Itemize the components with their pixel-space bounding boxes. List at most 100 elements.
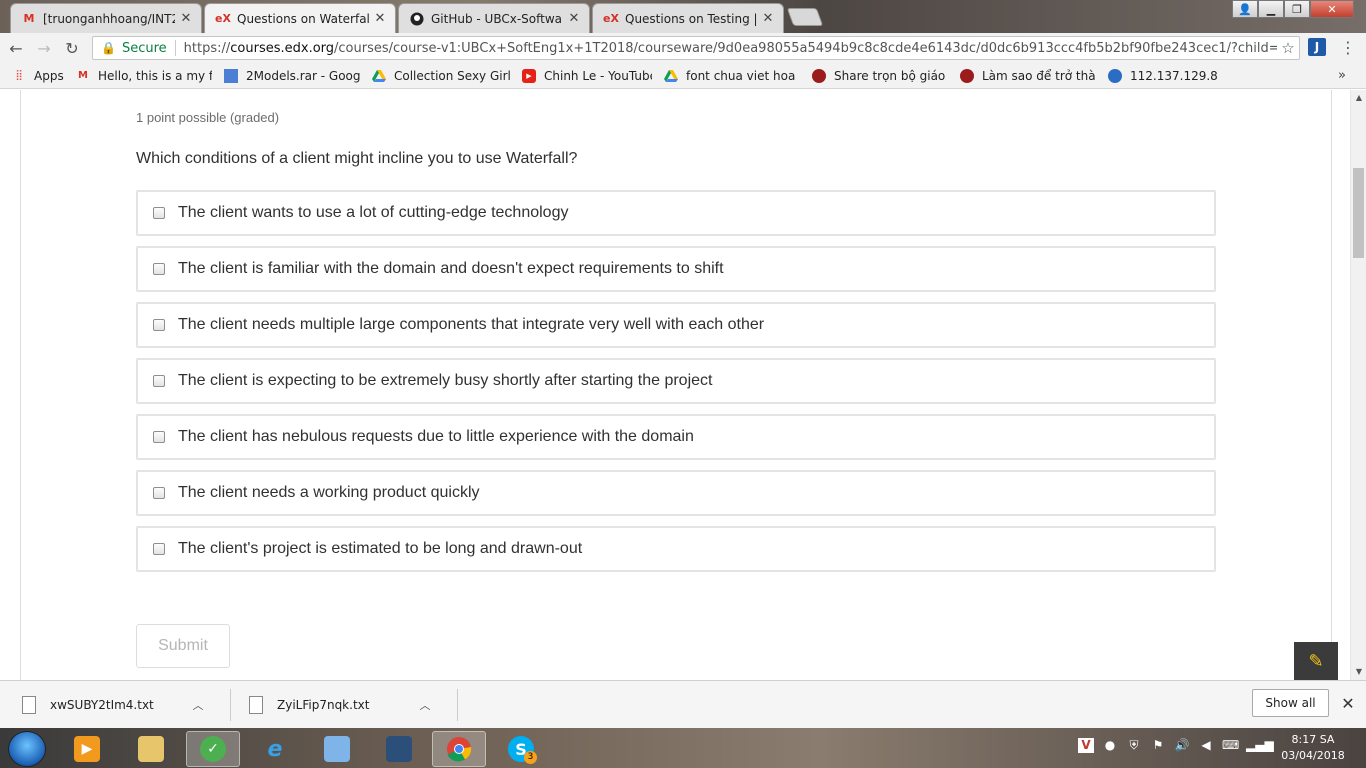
choice-option[interactable]: The client needs multiple large componen…	[136, 302, 1216, 348]
bookmark-apps[interactable]: ⣿ Apps	[12, 69, 64, 83]
divider	[457, 689, 458, 721]
pencil-icon[interactable]: ✎	[1294, 642, 1338, 680]
checkbox[interactable]	[153, 431, 165, 443]
choice-option[interactable]: The client's project is estimated to be …	[136, 526, 1216, 572]
taskbar-explorer[interactable]	[124, 731, 178, 767]
clock-time: 8:17 SA	[1291, 733, 1335, 746]
skype-badge: 3	[524, 751, 537, 764]
chevron-up-icon[interactable]: ︿	[415, 697, 435, 713]
checkbox[interactable]	[153, 207, 165, 219]
bookmark-label: Hello, this is a my fist	[98, 68, 212, 83]
browser-toolbar: ← → ↻ 🔒 Secure https://courses.edx.org/c…	[0, 33, 1366, 63]
menu-dots-icon[interactable]: ⋮	[1338, 37, 1358, 59]
shield-icon[interactable]: ⛨	[1126, 738, 1142, 753]
notification-icon[interactable]: ●	[1102, 738, 1118, 753]
tab-strip: M [truonganhhoang/INT22 ✕ eX Questions o…	[0, 0, 1366, 33]
address-bar[interactable]: 🔒 Secure https://courses.edx.org/courses…	[92, 36, 1300, 60]
downloads-bar: xwSUBY2tIm4.txt ︿ ZyiLFip7nqk.txt ︿ Show…	[0, 680, 1366, 728]
url-text[interactable]: https://courses.edx.org/courses/course-v…	[184, 41, 1277, 56]
maximize-button[interactable]: ❐	[1284, 0, 1310, 18]
bookmark-gmail[interactable]: M Hello, this is a my fist	[76, 69, 212, 83]
antivirus-icon[interactable]: V	[1078, 738, 1094, 753]
taskbar-skype[interactable]: S 3	[494, 731, 548, 767]
tab-github[interactable]: GitHub - UBCx-Software ✕	[398, 3, 590, 33]
choice-option[interactable]: The client is familiar with the domain a…	[136, 246, 1216, 292]
bookmark-star-icon[interactable]: ☆	[1277, 39, 1299, 57]
extension-icon[interactable]: J	[1308, 38, 1326, 56]
taskbar-virtualbox[interactable]	[310, 731, 364, 767]
choice-option[interactable]: The client wants to use a lot of cutting…	[136, 190, 1216, 236]
close-icon[interactable]: ✕	[373, 11, 387, 26]
back-arrow-icon[interactable]: ←	[4, 36, 28, 60]
show-all-button[interactable]: Show all	[1252, 689, 1329, 717]
user-icon[interactable]: 👤	[1232, 0, 1258, 18]
choice-list: The client wants to use a lot of cutting…	[136, 190, 1216, 582]
checkbox[interactable]	[153, 375, 165, 387]
download-item[interactable]: ZyiLFip7nqk.txt ︿	[249, 681, 435, 729]
bookmark-2models[interactable]: 2Models.rar - Google	[224, 68, 360, 83]
download-filename: xwSUBY2tIm4.txt	[50, 698, 154, 712]
choice-option[interactable]: The client needs a working product quick…	[136, 470, 1216, 516]
scroll-up-arrow-icon[interactable]: ▲	[1351, 90, 1366, 106]
bookmark-font[interactable]: font chua viet hoa NT	[664, 69, 800, 83]
taskbar-sql[interactable]	[372, 731, 426, 767]
close-icon[interactable]: ✕	[567, 11, 581, 26]
taskbar-app-green[interactable]: ✓	[186, 731, 240, 767]
bookmark-label: Share trọn bộ giáo trì	[834, 68, 948, 83]
checkbox[interactable]	[153, 263, 165, 275]
checkbox[interactable]	[153, 487, 165, 499]
tab-gmail[interactable]: M [truonganhhoang/INT22 ✕	[10, 3, 202, 33]
database-icon	[386, 736, 412, 762]
bookmark-ip[interactable]: 112.137.129.87	[1108, 68, 1218, 83]
download-item[interactable]: xwSUBY2tIm4.txt ︿	[22, 681, 208, 729]
bookmark-collection[interactable]: Collection Sexy Girl -	[372, 69, 510, 83]
choice-option[interactable]: The client has nebulous requests due to …	[136, 414, 1216, 460]
url-path: /courses/course-v1:UBCx+SoftEng1x+1T2018…	[334, 40, 1277, 56]
checkbox[interactable]	[153, 319, 165, 331]
start-button[interactable]	[8, 731, 46, 767]
taskbar-ie[interactable]: e	[248, 731, 302, 767]
apps-icon: ⣿	[15, 70, 23, 81]
volume-icon[interactable]: ◀	[1198, 738, 1214, 753]
forward-arrow-icon[interactable]: →	[32, 36, 56, 60]
system-clock[interactable]: 8:17 SA 03/04/2018	[1278, 732, 1348, 764]
taskbar-media-player[interactable]: ▶	[60, 731, 114, 767]
close-icon[interactable]: ✕	[1340, 694, 1356, 713]
minimize-button[interactable]: ▁	[1258, 0, 1284, 18]
choice-option[interactable]: The client is expecting to be extremely …	[136, 358, 1216, 404]
speaker-icon[interactable]: 🔊	[1174, 738, 1190, 753]
tab-questions-testing[interactable]: eX Questions on Testing | W ✕	[592, 3, 784, 33]
internet-explorer-icon: e	[267, 736, 283, 762]
bookmark-share[interactable]: Share trọn bộ giáo trì	[812, 68, 948, 83]
keyboard-icon[interactable]: ⌨	[1222, 738, 1239, 753]
tab-questions-waterfall[interactable]: eX Questions on Waterfall a ✕	[204, 3, 396, 33]
taskbar-chrome[interactable]	[432, 731, 486, 767]
choice-label: The client wants to use a lot of cutting…	[178, 204, 569, 221]
checkbox[interactable]	[153, 543, 165, 555]
bookmark-youtube[interactable]: ▶ Chinh Le - YouTube	[522, 68, 652, 83]
bookmark-label: Apps	[34, 68, 64, 83]
signal-bars-icon[interactable]: ▂▄▆	[1246, 738, 1274, 753]
close-icon[interactable]: ✕	[179, 11, 193, 26]
edx-icon: eX	[603, 12, 619, 25]
scroll-thumb[interactable]	[1353, 168, 1364, 258]
new-tab-button[interactable]	[786, 8, 824, 26]
site-icon	[960, 68, 974, 83]
choice-label: The client needs multiple large componen…	[178, 316, 765, 333]
submit-button[interactable]: Submit	[136, 624, 230, 668]
network-error-icon[interactable]: ⚑	[1150, 738, 1166, 753]
url-scheme: https://	[183, 40, 231, 56]
gmail-icon: M	[23, 12, 35, 25]
bookmark-lam-sao[interactable]: Làm sao để trở thành	[960, 68, 1096, 83]
page-viewport: 1 point possible (graded) Which conditio…	[0, 90, 1350, 680]
window-close-button[interactable]: ✕	[1310, 0, 1354, 18]
bookmark-label: font chua viet hoa NT	[686, 68, 800, 83]
close-icon[interactable]: ✕	[761, 11, 775, 26]
scroll-down-arrow-icon[interactable]: ▼	[1351, 664, 1366, 680]
more-bookmarks-button[interactable]: »	[1338, 68, 1346, 83]
reload-icon[interactable]: ↻	[60, 36, 84, 60]
app-icon: ✓	[200, 736, 226, 762]
page-scrollbar[interactable]: ▲ ▼	[1350, 90, 1366, 680]
clock-date: 03/04/2018	[1281, 749, 1345, 762]
chevron-up-icon[interactable]: ︿	[188, 697, 208, 713]
